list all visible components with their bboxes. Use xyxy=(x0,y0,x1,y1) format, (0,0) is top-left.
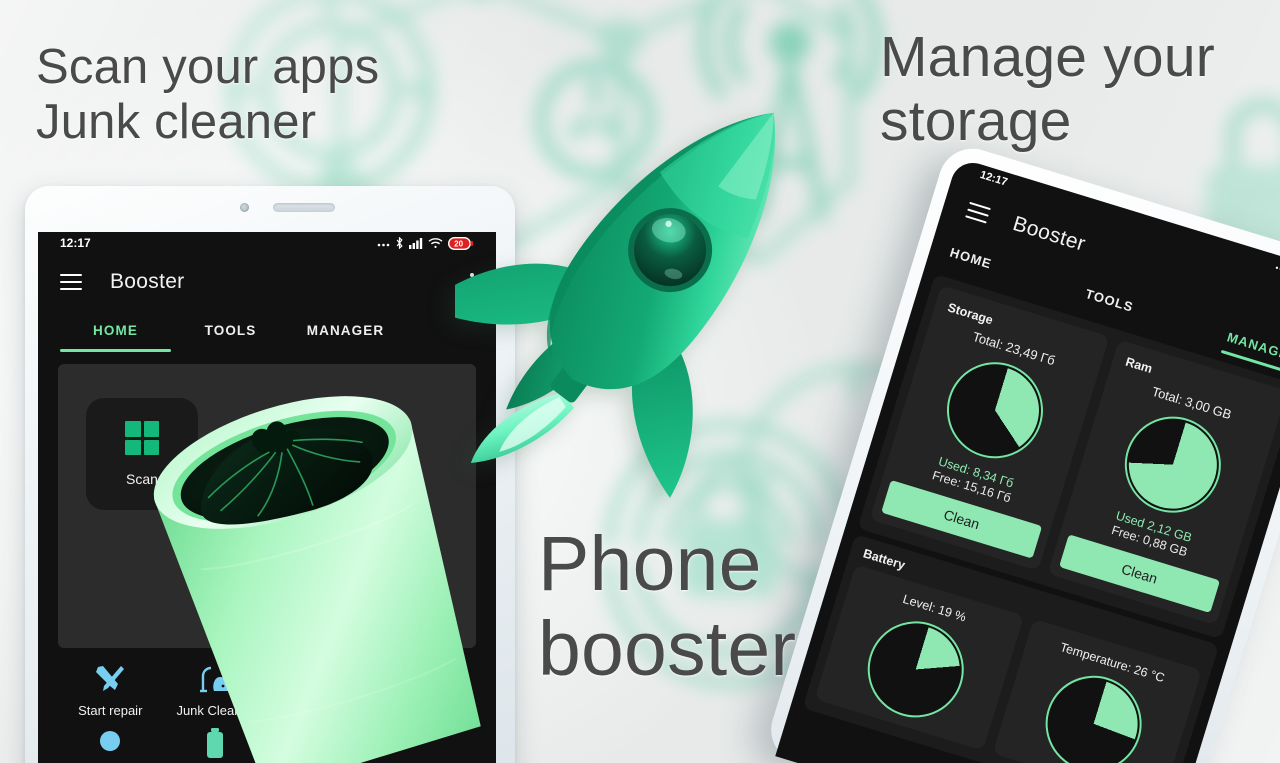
tool-junk-cleaner[interactable]: Junk Cleaner xyxy=(163,664,268,718)
tablet-screen: 12:17 20 Booster HOME TOOLS MANAGER Scan… xyxy=(38,232,496,763)
scan-label: Scan xyxy=(126,471,158,487)
tool-placeholder-a[interactable] xyxy=(267,664,372,718)
cellular-signal-icon xyxy=(409,238,423,249)
poster-stage: 12:17 20 Booster HOME TOOLS MANAGER Scan… xyxy=(0,0,1280,763)
scan-button[interactable]: Scan xyxy=(86,398,198,510)
scan-card: Scan xyxy=(58,364,476,648)
battery-level-pie xyxy=(855,609,976,730)
battery-level-slice xyxy=(860,614,971,725)
battery-temperature-slice xyxy=(1038,668,1149,763)
grid-squares-icon xyxy=(125,421,159,455)
more-dots-icon xyxy=(377,243,390,247)
ram-clean-button[interactable]: Clean xyxy=(1059,534,1221,614)
ram-pie-chart xyxy=(1112,404,1233,525)
bolt-icon xyxy=(310,728,329,758)
tab-home[interactable]: HOME xyxy=(58,310,173,352)
storage-title: Storage xyxy=(946,300,995,328)
ram-pie-slice xyxy=(1117,409,1228,520)
tool-placeholder-b[interactable] xyxy=(372,664,477,718)
tablet-bezel xyxy=(25,186,515,232)
tool-bolt[interactable] xyxy=(267,728,372,763)
tab-manager[interactable]: MANAGER xyxy=(288,310,403,352)
circle-icon xyxy=(100,731,121,751)
tool-battery[interactable] xyxy=(163,728,268,763)
status-bar: 12:17 20 xyxy=(38,232,496,254)
hamburger-icon[interactable] xyxy=(965,201,991,224)
bluetooth-icon xyxy=(396,237,403,249)
tablet-device: 12:17 20 Booster HOME TOOLS MANAGER Scan… xyxy=(25,186,515,763)
headline-right: Manage your storage xyxy=(880,25,1215,153)
headline-left: Scan your apps Junk cleaner xyxy=(36,40,380,149)
app-title: Booster xyxy=(110,270,185,293)
phone-app-title: Booster xyxy=(1010,212,1089,256)
battery-icon xyxy=(206,728,223,758)
app-bar: Booster xyxy=(38,254,496,310)
tab-tools[interactable]: TOOLS xyxy=(173,310,288,352)
headline-center: Phone booster xyxy=(538,521,797,692)
status-time: 12:17 xyxy=(60,236,91,250)
earpiece-speaker xyxy=(273,203,335,212)
storage-pie-slice xyxy=(940,355,1050,466)
ram-title: Ram xyxy=(1123,354,1154,377)
wifi-icon xyxy=(428,238,443,248)
status-icons: 20 xyxy=(377,236,474,250)
tools-row: Start repair Junk Cleaner xyxy=(58,664,476,763)
hamburger-icon[interactable] xyxy=(60,274,82,290)
battery-level-label: Level: 19 % xyxy=(901,591,968,625)
tool-label: Start repair xyxy=(78,703,143,718)
tool-circle[interactable] xyxy=(58,728,163,763)
tool-placeholder-c[interactable] xyxy=(372,728,477,763)
tool-start-repair[interactable]: Start repair xyxy=(58,664,163,718)
battery-temperature-pie xyxy=(1033,663,1154,763)
front-camera-icon xyxy=(240,203,249,212)
wrench-screwdriver-icon xyxy=(96,666,125,691)
kebab-menu-icon[interactable] xyxy=(470,273,474,291)
tab-bar: HOME TOOLS MANAGER xyxy=(38,310,496,352)
tool-label: Junk Cleaner xyxy=(176,703,254,718)
tab-content: Scan Start repair Junk Cleaner xyxy=(38,352,496,763)
storage-clean-button[interactable]: Clean xyxy=(881,479,1043,559)
battery-percent-text: 20 xyxy=(454,239,463,248)
vacuum-cleaner-icon xyxy=(199,666,229,693)
storage-pie-chart xyxy=(935,350,1055,471)
battery-status-icon: 20 xyxy=(448,236,474,250)
more-dots-icon xyxy=(1275,266,1280,270)
